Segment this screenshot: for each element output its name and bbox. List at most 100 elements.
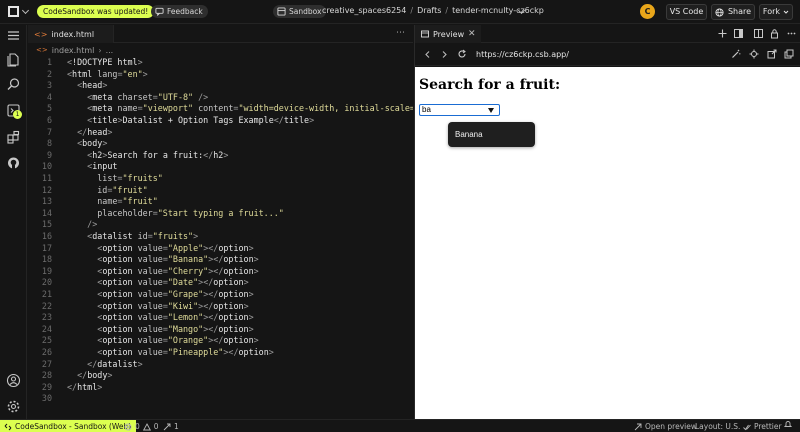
account-icon[interactable]: [6, 373, 21, 388]
line-number: 9: [46, 149, 52, 160]
remote-indicator[interactable]: CodeSandbox - Sandbox (Web): [0, 420, 137, 432]
forward-arrow-icon[interactable]: [440, 50, 449, 59]
code-token: ></: [208, 265, 224, 276]
code-line[interactable]: 5 <meta name="viewport" content="width=d…: [28, 103, 413, 115]
code-line[interactable]: 15 />: [28, 219, 413, 231]
preview-browser-icon: [421, 30, 429, 38]
more-actions-icon[interactable]: [786, 28, 797, 39]
code-line[interactable]: 4 <meta charset="UTF-8" />: [28, 92, 413, 104]
code-token: </: [203, 149, 214, 160]
code-line[interactable]: 10 <input: [28, 161, 413, 173]
back-arrow-icon[interactable]: [423, 50, 432, 59]
github-icon[interactable]: [6, 156, 21, 171]
share-button[interactable]: Share: [711, 4, 755, 20]
breadcrumb-chevron-icon: ›: [98, 45, 102, 55]
breadcrumb-project[interactable]: tender-mcnulty-cz6ckp: [452, 6, 544, 15]
code-line[interactable]: 22 <option value="Kiwi"></option>: [28, 301, 413, 313]
code-line[interactable]: 16 <datalist id="fruits">: [28, 231, 413, 243]
line-number: 29: [41, 381, 52, 392]
sandbox-type-pill[interactable]: Sandbox: [273, 5, 327, 18]
files-icon[interactable]: [6, 52, 21, 67]
crosshair-icon[interactable]: [749, 49, 759, 59]
code-line[interactable]: 13 name="fruit": [28, 196, 413, 208]
code-line[interactable]: 8 <body>: [28, 138, 413, 150]
code-line[interactable]: 18 <option value="Banana"></option>: [28, 254, 413, 266]
logo-menu-chevron-icon[interactable]: [21, 6, 30, 15]
code-token: html: [112, 57, 138, 67]
notifications-bell-icon[interactable]: [784, 420, 792, 428]
breadcrumb-workspace[interactable]: creative_spaces6254: [322, 6, 406, 15]
code-line[interactable]: 1 <!DOCTYPE html>: [28, 57, 413, 69]
open-preview-button[interactable]: Open preview: [634, 420, 697, 432]
problems-indicator[interactable]: 0 0: [124, 420, 159, 432]
code-line[interactable]: 21 <option value="Grape"></option>: [28, 289, 413, 301]
line-number: 30: [41, 393, 52, 404]
code-line[interactable]: 25 <option value="Orange"></option>: [28, 335, 413, 347]
keyboard-layout[interactable]: Layout: U.S.: [695, 420, 740, 432]
code-token: value: [132, 289, 163, 299]
code-line[interactable]: 17 <option value="Apple"></option>: [28, 243, 413, 255]
breadcrumb-folder[interactable]: Drafts: [417, 6, 441, 15]
feedback-button[interactable]: Feedback: [151, 5, 208, 18]
refresh-icon[interactable]: [457, 49, 467, 59]
datalist-dropdown-icon[interactable]: [488, 108, 494, 113]
code-line[interactable]: 7 </head>: [28, 127, 413, 139]
breadcrumb-file[interactable]: index.html: [52, 46, 95, 55]
menu-icon[interactable]: [6, 28, 21, 43]
line-number: 25: [41, 335, 52, 346]
notification-badge: 1: [13, 110, 22, 119]
code-line[interactable]: 6 <title>Datalist + Option Tags Example<…: [28, 115, 413, 127]
code-token: "Date": [167, 277, 199, 288]
suggestion-option[interactable]: Banana: [455, 130, 483, 139]
toggle-panel-icon[interactable]: [733, 28, 744, 39]
code-line[interactable]: 19 <option value="Cherry"></option>: [28, 266, 413, 278]
open-external-icon[interactable]: [767, 49, 777, 59]
editor-breadcrumb: <> index.html › ...: [28, 44, 413, 56]
code-area[interactable]: 1 <!DOCTYPE html> 2 <html lang="en"> 3 <head…: [28, 57, 413, 417]
code-line[interactable]: 27 </datalist>: [28, 359, 413, 371]
code-line[interactable]: 29 </html>: [28, 382, 413, 394]
ports-indicator[interactable]: 1: [163, 420, 179, 432]
search-icon[interactable]: [6, 77, 21, 92]
extensions-icon[interactable]: [6, 130, 21, 145]
line-number: 7: [46, 126, 52, 137]
close-tab-icon[interactable]: ✕: [468, 29, 476, 39]
prettier-indicator[interactable]: Prettier: [743, 420, 782, 432]
code-line[interactable]: 26 <option value="Pineapple"></option>: [28, 347, 413, 359]
code-line[interactable]: 23 <option value="Lemon"></option>: [28, 312, 413, 324]
code-line[interactable]: 3 <head>: [28, 80, 413, 92]
code-line[interactable]: 14 placeholder="Start typing a fruit...": [28, 208, 413, 220]
code-line[interactable]: 11 list="fruits": [28, 173, 413, 185]
duplicate-window-icon[interactable]: [784, 49, 794, 59]
url-input[interactable]: https://cz6ckp.csb.app/: [476, 50, 569, 59]
code-token: />: [193, 91, 209, 102]
lock-icon[interactable]: [769, 28, 780, 39]
split-editor-icon[interactable]: [753, 28, 764, 39]
code-line[interactable]: 9 <h2>Search for a fruit:</h2>: [28, 150, 413, 162]
code-token: ></: [223, 347, 239, 357]
code-token: >: [248, 242, 254, 253]
code-token: ></: [208, 335, 224, 346]
code-line[interactable]: 12 id="fruit": [28, 185, 413, 197]
code-line[interactable]: 20 <option value="Date"></option>: [28, 277, 413, 289]
code-line[interactable]: 28 </body>: [28, 370, 413, 382]
fork-button[interactable]: Fork: [759, 4, 793, 20]
codesandbox-logo-icon[interactable]: [8, 6, 19, 17]
editor-tab-index-html[interactable]: <> index.html: [28, 25, 114, 43]
breadcrumb-more[interactable]: ...: [106, 46, 114, 55]
magic-wand-icon[interactable]: [731, 49, 741, 59]
user-avatar[interactable]: C: [640, 4, 655, 19]
code-line[interactable]: 24 <option value="Mango"></option>: [28, 324, 413, 336]
settings-gear-icon[interactable]: [6, 399, 21, 414]
update-badge[interactable]: CodeSandbox was updated!: [37, 5, 155, 18]
code-line[interactable]: 2 <html lang="en">: [28, 69, 413, 81]
vscode-button[interactable]: VS Code: [666, 4, 707, 20]
more-actions-icon[interactable]: ⋯: [396, 28, 405, 38]
code-token: title: [92, 115, 118, 125]
add-tab-icon[interactable]: [717, 28, 728, 39]
code-line[interactable]: 30: [28, 393, 413, 405]
